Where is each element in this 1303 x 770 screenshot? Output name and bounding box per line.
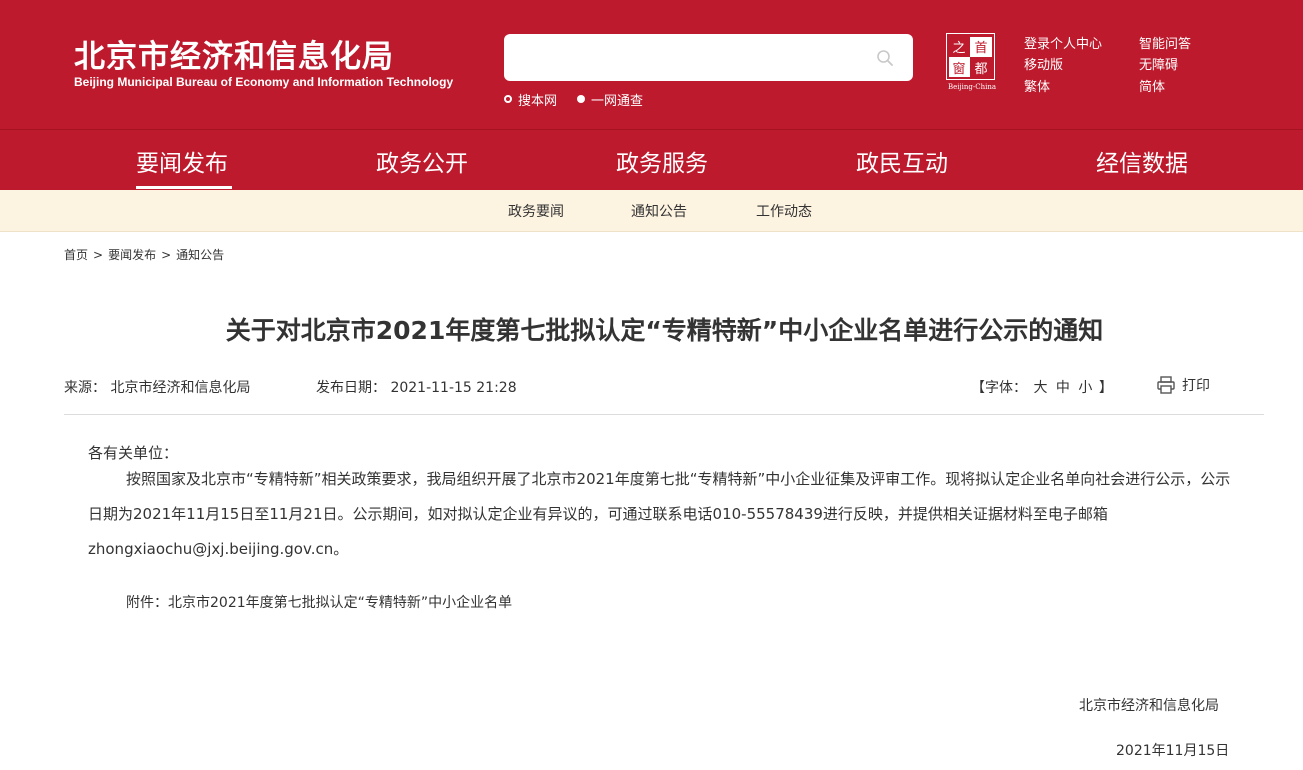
nav-item-interaction[interactable]: 政民互动 [856, 144, 948, 178]
font-size-label: 【字体： [971, 380, 1027, 396]
signature-date: 2021年11月15日 [1116, 743, 1230, 759]
search-scope-all-radio[interactable]: 一网通查 [577, 91, 644, 109]
subnav-gov-news[interactable]: 政务要闻 [508, 201, 564, 221]
radio-unselected-icon [577, 95, 585, 103]
date-value: 2021-11-15 21:28 [390, 380, 517, 396]
capital-window-seal-icon[interactable]: 之 首 都 窗 Beijing-China [946, 33, 1000, 91]
date-label: 发布日期： [316, 380, 386, 396]
sub-nav: 政务要闻 通知公告 工作动态 [0, 190, 1303, 232]
breadcrumb-separator: > [93, 248, 104, 262]
breadcrumb-home[interactable]: 首页 [64, 246, 88, 263]
search-scope-site-label: 搜本网 [518, 93, 558, 109]
simplified-chinese-link[interactable]: 简体 [1139, 76, 1165, 95]
radio-selected-icon [504, 95, 512, 103]
breadcrumb: 首页 > 要闻发布 > 通知公告 [64, 246, 224, 263]
font-size-close: 】 [1098, 380, 1113, 396]
printer-icon [1157, 376, 1175, 394]
search-icon[interactable] [876, 49, 894, 67]
seal-char-4: 窗 [952, 61, 965, 77]
seal-char-3: 都 [974, 62, 987, 77]
nav-item-gov-services[interactable]: 政务服务 [616, 144, 708, 178]
breadcrumb-separator: > [161, 248, 172, 262]
seal-char-2: 首 [974, 41, 987, 56]
font-size-small-button[interactable]: 小 [1078, 380, 1092, 396]
print-label: 打印 [1182, 378, 1210, 394]
site-logo-subtitle: Beijing Municipal Bureau of Economy and … [74, 75, 454, 89]
search-scope-site-radio[interactable]: 搜本网 [504, 91, 558, 109]
search-box [504, 34, 913, 81]
login-link[interactable]: 登录个人中心 [1024, 33, 1102, 52]
seal-caption: Beijing-China [948, 83, 996, 91]
accessibility-link[interactable]: 无障碍 [1139, 54, 1178, 73]
font-size-control: 【字体： 大 中 小 】 [971, 377, 1113, 397]
breadcrumb-news[interactable]: 要闻发布 [108, 246, 156, 263]
nav-active-indicator [136, 186, 232, 189]
font-size-large-button[interactable]: 大 [1033, 380, 1047, 396]
article-source: 来源： 北京市经济和信息化局 [64, 377, 250, 397]
signature-org: 北京市经济和信息化局 [1079, 698, 1219, 714]
subnav-work-updates[interactable]: 工作动态 [756, 201, 812, 221]
site-logo-title[interactable]: 北京市经济和信息化局 [74, 31, 394, 76]
attachment-link[interactable]: 附件：北京市2021年度第七批拟认定“专精特新”中小企业名单 [126, 592, 512, 612]
main-nav: 要闻发布 政务公开 政务服务 政民互动 经信数据 [0, 130, 1303, 190]
print-button[interactable]: 打印 [1156, 375, 1210, 395]
source-value: 北京市经济和信息化局 [110, 380, 251, 396]
subnav-notices[interactable]: 通知公告 [631, 201, 687, 221]
article-paragraph: 按照国家及北京市“专精特新”相关政策要求，我局组织开展了北京市2021年度第七批… [88, 470, 1231, 558]
article-date: 发布日期： 2021-11-15 21:28 [316, 377, 517, 397]
font-size-medium-button[interactable]: 中 [1056, 380, 1070, 396]
search-scope-all-label: 一网通查 [591, 93, 644, 109]
source-label: 来源： [64, 380, 106, 396]
search-input[interactable] [514, 42, 868, 74]
article-divider [64, 414, 1264, 415]
breadcrumb-notices[interactable]: 通知公告 [176, 246, 224, 263]
nav-item-gov-affairs-open[interactable]: 政务公开 [376, 144, 468, 178]
article-title: 关于对北京市2021年度第七批拟认定“专精特新”中小企业名单进行公示的通知 [225, 316, 1104, 345]
mobile-version-link[interactable]: 移动版 [1024, 54, 1063, 73]
site-header: 北京市经济和信息化局 Beijing Municipal Bureau of E… [0, 0, 1303, 130]
nav-item-data[interactable]: 经信数据 [1096, 144, 1188, 178]
traditional-chinese-link[interactable]: 繁体 [1024, 76, 1050, 95]
seal-char-1: 之 [952, 41, 965, 56]
smart-qa-link[interactable]: 智能问答 [1139, 33, 1191, 52]
nav-item-news[interactable]: 要闻发布 [136, 144, 228, 178]
